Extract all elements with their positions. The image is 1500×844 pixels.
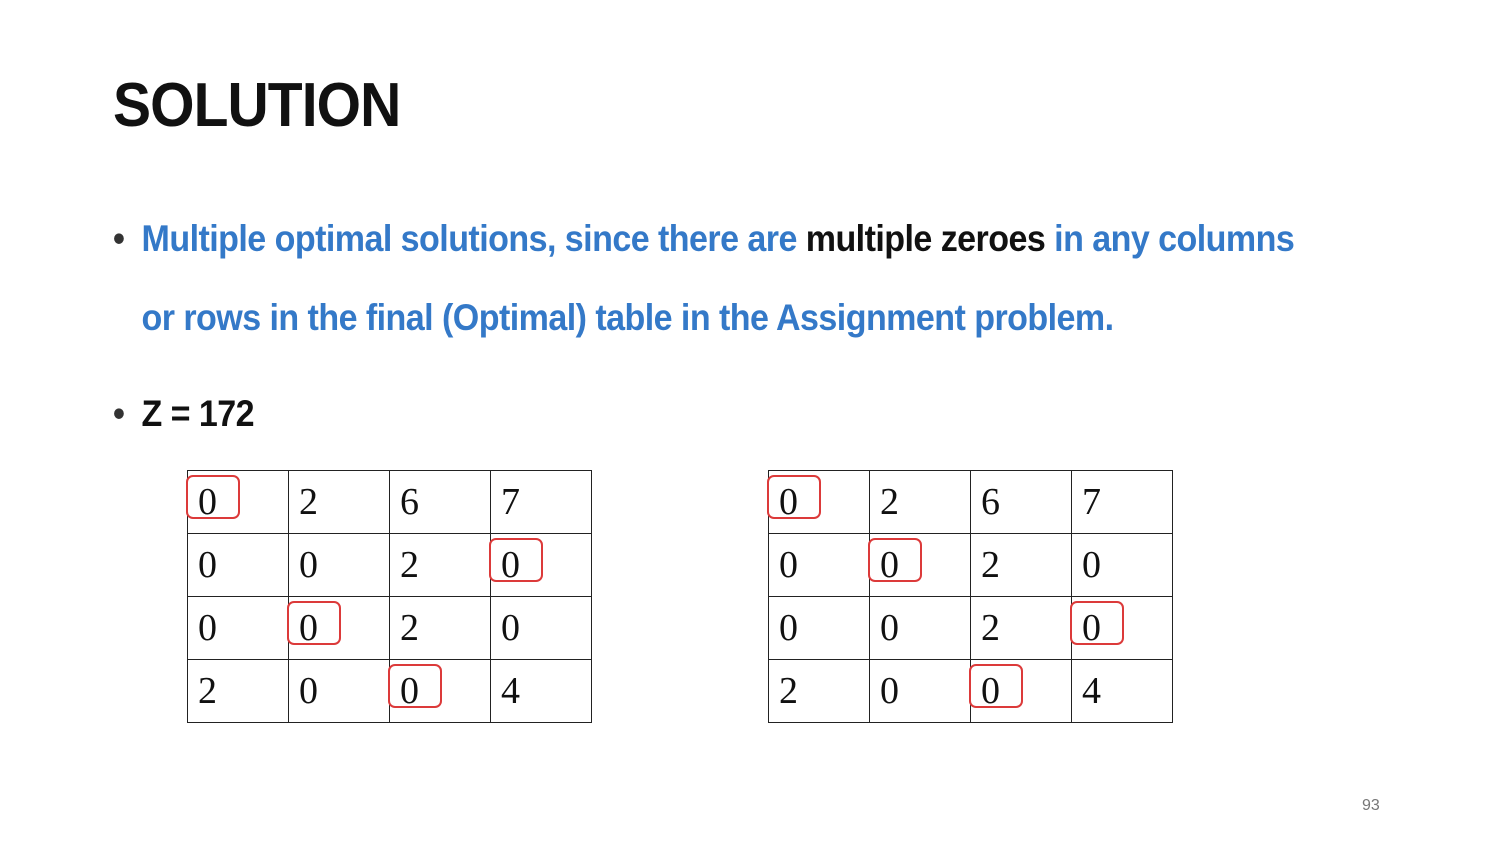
assigned-zero-cell: 0 <box>186 470 289 534</box>
table-cell: 0 <box>187 596 289 660</box>
page-number: 93 <box>1362 797 1380 814</box>
bullet-text-blue-1: Multiple optimal solutions, since there … <box>141 218 806 259</box>
cell-value: 2 <box>299 481 318 523</box>
bullet-text-emphasis: multiple zeroes <box>805 218 1046 259</box>
cell-value: 0 <box>198 607 217 649</box>
table-row: 0 2 6 7 <box>186 470 592 534</box>
cell-value: 2 <box>779 670 798 712</box>
table-cell: 6 <box>389 470 491 534</box>
bullet-dot: • <box>113 218 125 259</box>
table-cell: 0 <box>869 596 971 660</box>
slide-title: SOLUTION <box>113 71 401 140</box>
table-row: 0 0 2 0 <box>768 596 1173 660</box>
table-cell: 4 <box>1071 659 1173 723</box>
table-cell: 2 <box>970 596 1072 660</box>
cell-value: 2 <box>880 481 899 523</box>
assigned-zero-cell: 0 <box>969 659 1072 723</box>
assignment-table-2: 0267002000202004 <box>767 470 1173 723</box>
table-cell: 0 <box>490 596 592 660</box>
bullet-line-2: or rows in the final (Optimal) table in … <box>141 297 1115 338</box>
table-cell: 0 <box>288 533 390 597</box>
cell-value: 0 <box>501 607 520 649</box>
cell-value: 2 <box>400 607 419 649</box>
cell-value: 0 <box>779 607 798 649</box>
cell-value: 0 <box>880 670 899 712</box>
assigned-zero-cell: 0 <box>489 533 592 597</box>
cell-value: 7 <box>501 481 520 523</box>
table-cell: 6 <box>970 470 1072 534</box>
assigned-zero-cell: 0 <box>287 596 390 660</box>
table-row: 0 0 2 0 <box>187 533 592 597</box>
cell-value: 0 <box>299 544 318 586</box>
cell-value: 0 <box>186 475 240 523</box>
table-cell: 0 <box>1071 533 1173 597</box>
cell-value: 0 <box>868 538 922 586</box>
cell-value: 6 <box>981 481 1000 523</box>
assignment-table-1: 0267002000202004 <box>186 470 592 723</box>
assigned-zero-cell: 0 <box>388 659 491 723</box>
table-cell: 0 <box>768 596 870 660</box>
cell-value: 7 <box>1082 481 1101 523</box>
cell-value: 6 <box>400 481 419 523</box>
cell-value: 0 <box>969 664 1023 712</box>
table-cell: 0 <box>869 659 971 723</box>
table-cell: 2 <box>187 659 289 723</box>
table-cell: 2 <box>768 659 870 723</box>
table-row: 2004 <box>768 659 1173 723</box>
cell-value: 2 <box>400 544 419 586</box>
table-cell: 7 <box>1071 470 1173 534</box>
cell-value: 0 <box>299 670 318 712</box>
table-row: 2004 <box>187 659 592 723</box>
cell-value: 0 <box>767 475 821 523</box>
table-cell: 0 <box>768 533 870 597</box>
cell-value: 2 <box>198 670 217 712</box>
cell-value: 2 <box>981 607 1000 649</box>
cell-value: 0 <box>1082 544 1101 586</box>
table-row: 0 0 2 0 <box>768 533 1173 597</box>
bullet-dot: • <box>113 393 125 434</box>
table-cell: 7 <box>490 470 592 534</box>
cell-value: 0 <box>880 607 899 649</box>
table-cell: 4 <box>490 659 592 723</box>
cell-value: 0 <box>198 544 217 586</box>
table-row: 0 0 2 0 <box>187 596 592 660</box>
z-value-text: Z = 172 <box>141 393 255 434</box>
table-cell: 2 <box>288 470 390 534</box>
assigned-zero-cell: 0 <box>1070 596 1173 660</box>
table-cell: 2 <box>389 596 491 660</box>
cell-value: 0 <box>388 664 442 712</box>
assigned-zero-cell: 0 <box>767 470 870 534</box>
bullet-text-blue-2: in any columns <box>1045 218 1295 259</box>
table-cell: 2 <box>970 533 1072 597</box>
table-cell: 2 <box>869 470 971 534</box>
table-cell: 0 <box>187 533 289 597</box>
table-row: 0 2 6 7 <box>767 470 1173 534</box>
cell-value: 2 <box>981 544 1000 586</box>
cell-value: 4 <box>501 670 520 712</box>
table-cell: 2 <box>389 533 491 597</box>
assigned-zero-cell: 0 <box>868 533 971 597</box>
cell-value: 0 <box>489 538 543 586</box>
bullet-line-1: Multiple optimal solutions, since there … <box>142 218 1295 260</box>
cell-value: 0 <box>779 544 798 586</box>
cell-value: 0 <box>287 601 341 649</box>
cell-value: 4 <box>1082 670 1101 712</box>
table-cell: 0 <box>288 659 390 723</box>
cell-value: 0 <box>1070 601 1124 649</box>
